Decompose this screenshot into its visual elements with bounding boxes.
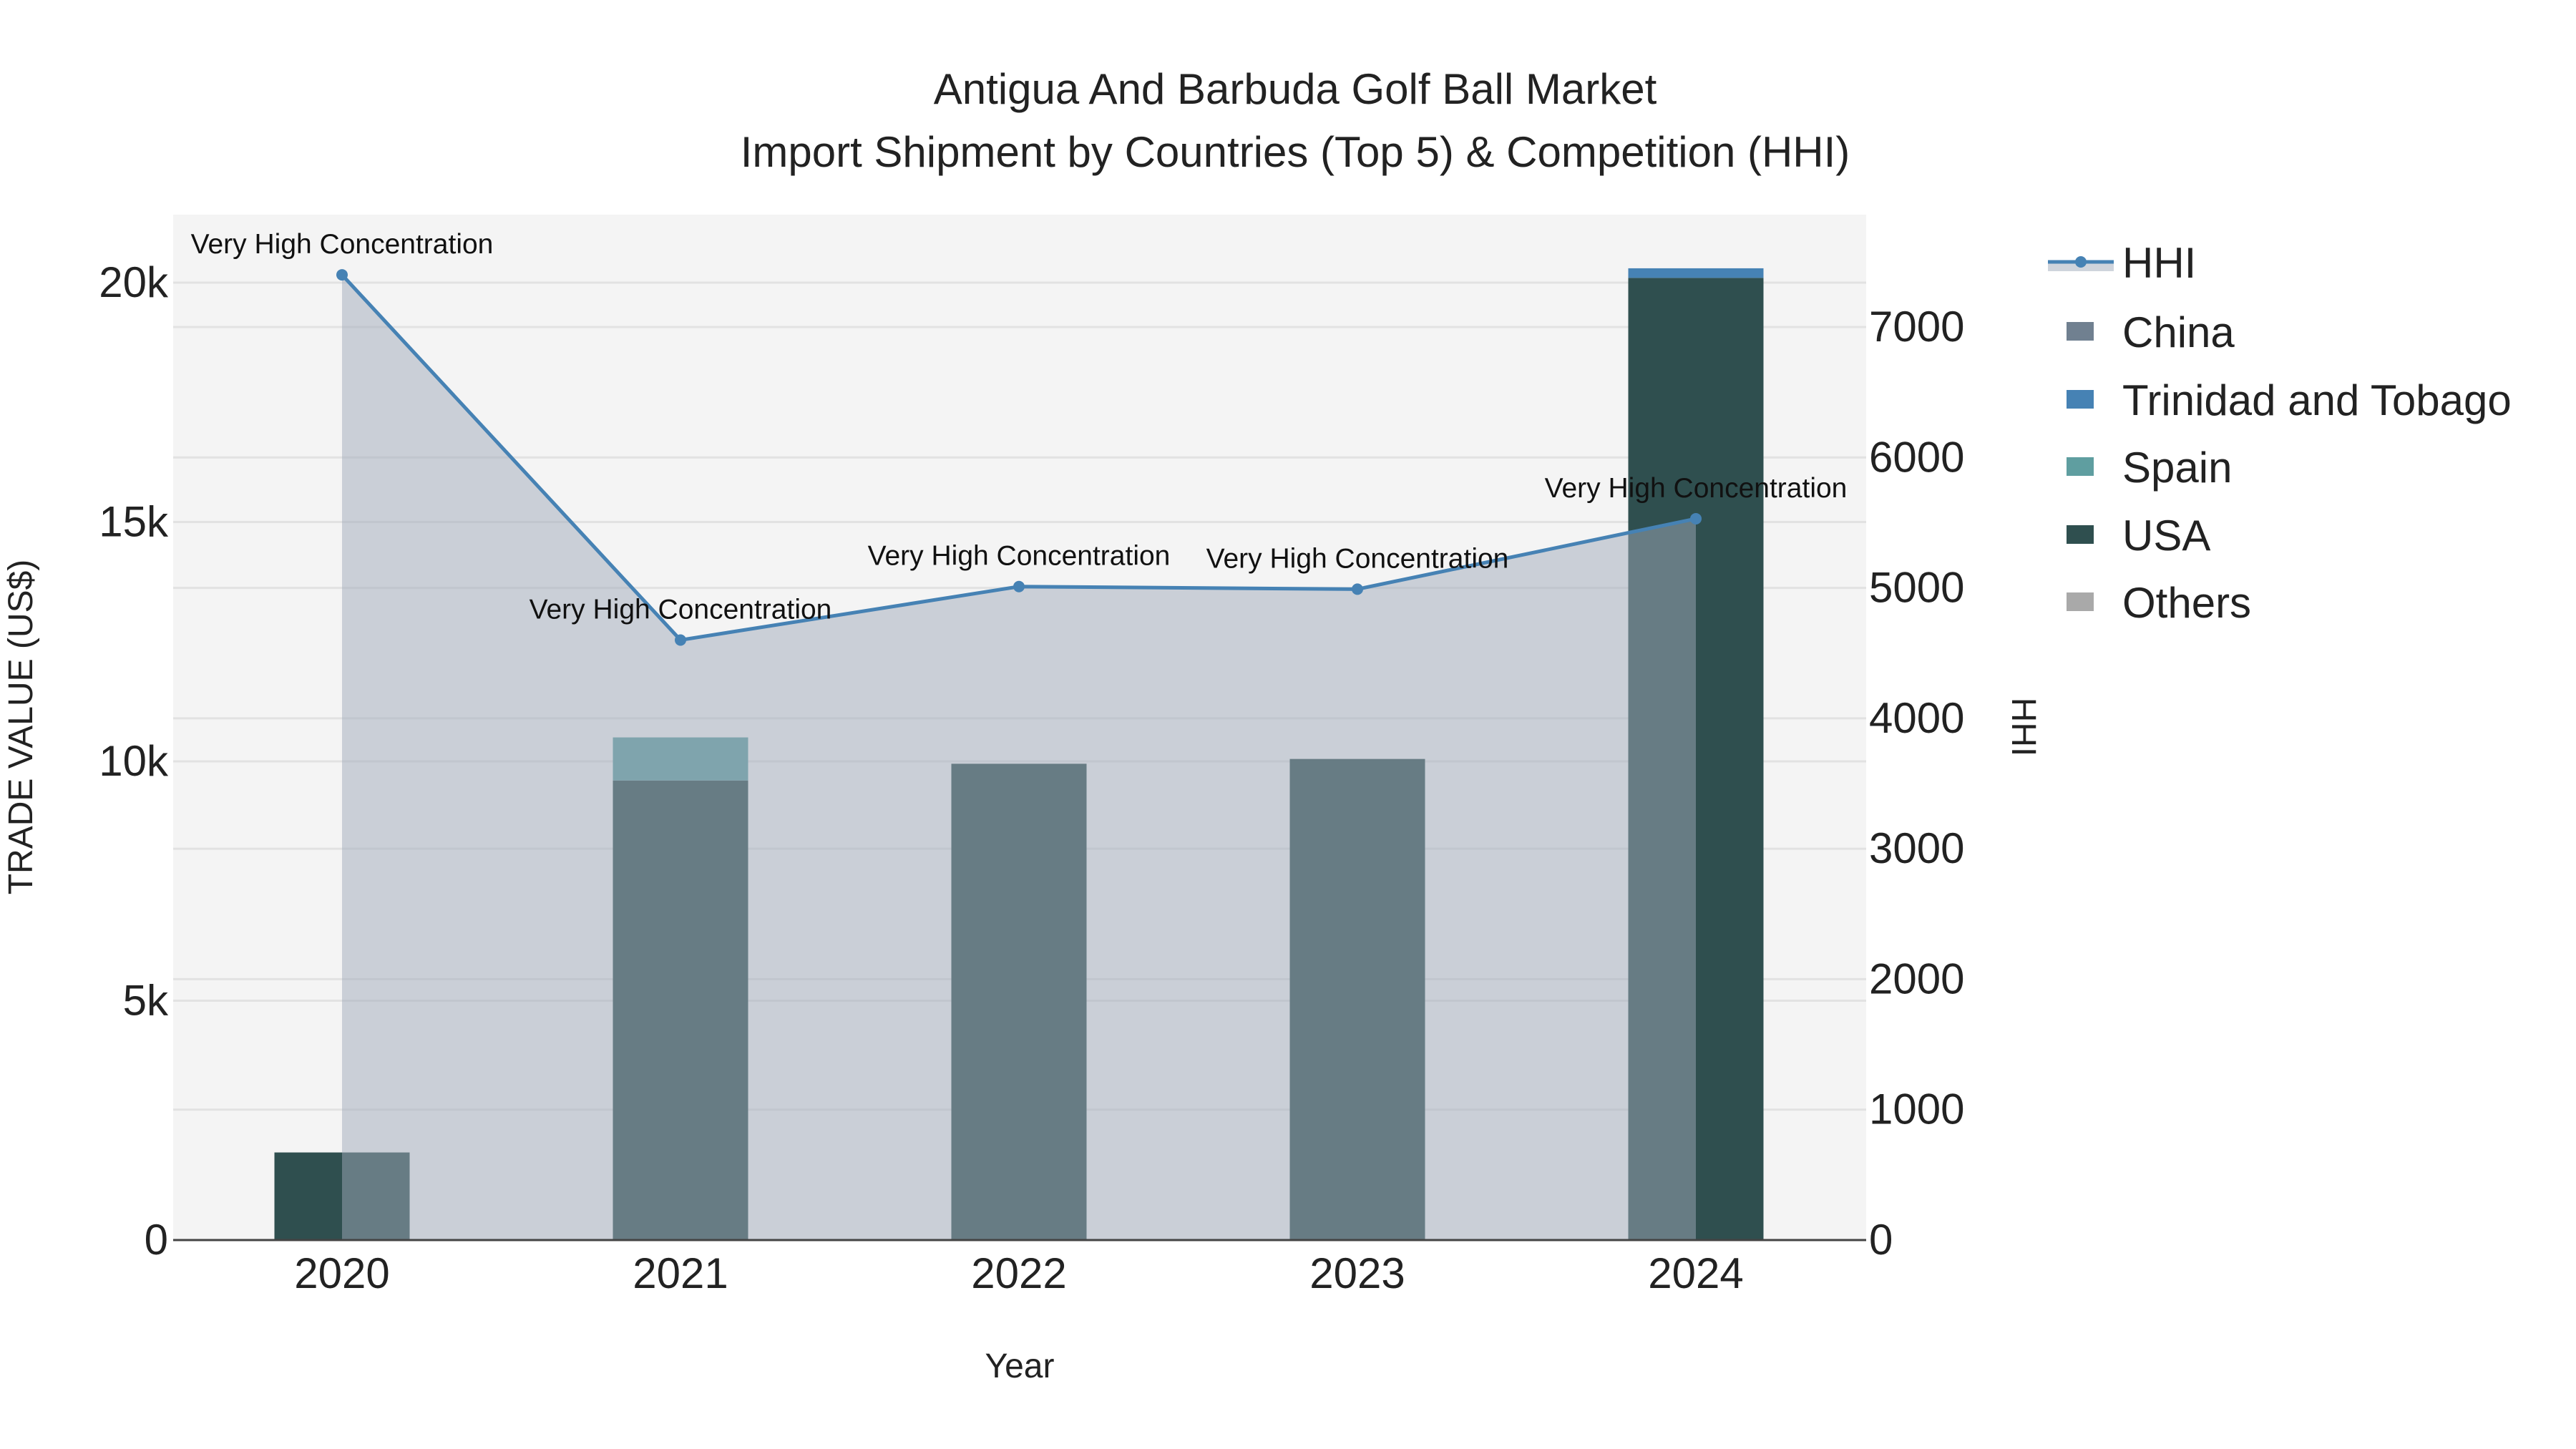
y2-tick-label: 5000 (1869, 564, 1964, 612)
legend-swatch-trinidad-and-tobago (2067, 390, 2094, 409)
y2-tick-label: 4000 (1869, 694, 1964, 742)
x-axis-label: Year (985, 1347, 1055, 1385)
legend: HHI China Trinidad and Tobago Spain USA Other… (2048, 239, 2512, 627)
y-tick-label: 10k (99, 737, 169, 785)
hhi-annotation: Very High Concentration (1545, 473, 1848, 504)
hhi-point-2020 (336, 269, 348, 281)
y2-tick-label: 6000 (1869, 433, 1964, 481)
hhi-point-2023 (1352, 583, 1363, 595)
chart: Antigua And Barbuda Golf Ball Market Imp… (2, 65, 2512, 1385)
hhi-point-2022 (1013, 580, 1025, 592)
x-tick-label: 2022 (971, 1249, 1066, 1297)
chart-subtitle: Import Shipment by Countries (Top 5) & C… (741, 128, 1850, 176)
legend-swatch-others (2067, 592, 2094, 611)
y2-tick-label: 1000 (1869, 1085, 1964, 1133)
legend-hhi-marker (2075, 256, 2087, 268)
legend-label: China (2122, 308, 2235, 356)
legend-swatch-spain (2067, 457, 2094, 476)
x-tick-label: 2024 (1648, 1249, 1743, 1297)
y2-tick-label: 0 (1869, 1216, 1893, 1264)
bar-trinidad-and-tobago-2024 (1628, 268, 1764, 278)
legend-label: Others (2122, 579, 2251, 627)
legend-label: Spain (2122, 444, 2232, 492)
x-tick-label: 2021 (633, 1249, 728, 1297)
hhi-point-2021 (675, 634, 686, 646)
y-tick-label: 0 (145, 1216, 168, 1264)
hhi-point-2024 (1690, 512, 1702, 525)
legend-swatch-china (2067, 322, 2094, 341)
hhi-annotation: Very High Concentration (868, 541, 1171, 572)
chart-title: Antigua And Barbuda Golf Ball Market (934, 65, 1657, 113)
x-tick-label: 2020 (294, 1249, 389, 1297)
hhi-annotation: Very High Concentration (191, 229, 494, 260)
y2-tick-label: 7000 (1869, 303, 1964, 351)
y-tick-label: 20k (99, 258, 169, 306)
y-axis-label: TRADE VALUE (US$) (2, 560, 40, 895)
y2-tick-label: 2000 (1869, 955, 1964, 1002)
y2-tick-label: 3000 (1869, 824, 1964, 872)
legend-label: Trinidad and Tobago (2122, 376, 2512, 424)
y-tick-label: 5k (123, 977, 169, 1025)
y-tick-label: 15k (99, 498, 169, 546)
hhi-annotation: Very High Concentration (530, 594, 832, 625)
hhi-annotation: Very High Concentration (1206, 543, 1509, 574)
x-tick-label: 2023 (1309, 1249, 1405, 1297)
y2-axis-label: HHI (2004, 698, 2042, 757)
legend-label-hhi: HHI (2122, 239, 2196, 287)
legend-swatch-usa (2067, 525, 2094, 544)
legend-label: USA (2122, 512, 2210, 560)
